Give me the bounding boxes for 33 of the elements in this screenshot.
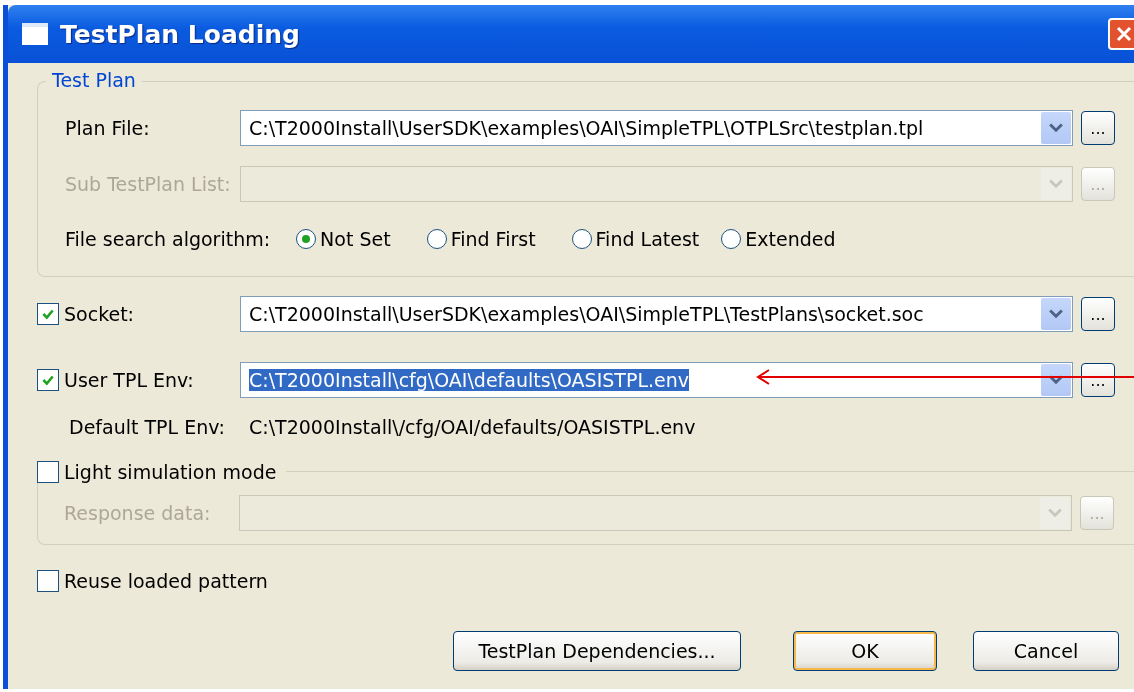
dialog-button[interactable]: Cancel xyxy=(973,631,1119,671)
browse-button[interactable]: ... xyxy=(1081,363,1115,397)
close-icon xyxy=(1114,24,1134,44)
checkmark-icon xyxy=(41,307,55,321)
checkbox-label: Reuse loaded pattern xyxy=(64,570,268,592)
radio-button[interactable]: Find First xyxy=(426,228,536,250)
browse-button[interactable]: ... xyxy=(1081,297,1115,331)
field-label: Response data: xyxy=(64,502,212,524)
checkbox-label: Socket: xyxy=(64,303,134,325)
window-title: TestPlan Loading xyxy=(60,19,300,49)
field-label: Default TPL Env: xyxy=(69,416,226,438)
radio-button[interactable]: Not Set xyxy=(296,228,391,250)
close-button[interactable] xyxy=(1108,18,1134,50)
path-combo-box[interactable]: C:\T2000Install\UserSDK\examples\OAI\SimpleTPL\TestPlans\socket.soc xyxy=(240,296,1073,332)
radio-button[interactable]: Find Latest xyxy=(571,228,700,250)
field-label: Plan File: xyxy=(65,117,151,139)
browse-button[interactable]: ... xyxy=(1081,111,1115,145)
checkbox[interactable] xyxy=(37,570,59,592)
dialog-button[interactable]: TestPlan Dependencies... xyxy=(453,631,741,671)
field-label: File search algorithm: xyxy=(65,228,271,250)
checkmark-icon xyxy=(41,373,55,387)
path-combo-box[interactable]: C:\T2000Install\cfg\OAI\defaults\OASISTPL.env xyxy=(240,362,1073,398)
dialog-button[interactable]: OK xyxy=(793,631,937,671)
checkbox[interactable] xyxy=(37,369,59,391)
radio-button[interactable]: Extended xyxy=(721,228,836,250)
field-label: Sub TestPlan List: xyxy=(65,173,232,195)
checkbox-label: Light simulation mode xyxy=(64,461,277,483)
path-combo-box[interactable]: C:\T2000Install\UserSDK\examples\OAI\SimpleTPL\OTPLSrc\testplan.tpl xyxy=(240,110,1073,146)
window-icon xyxy=(22,23,48,45)
field-value: C:\T2000Install\/cfg/OAI/defaults/OASISTPL.env xyxy=(249,416,696,438)
checkbox-label: User TPL Env: xyxy=(64,369,194,391)
checkbox[interactable] xyxy=(37,461,59,483)
checkbox[interactable] xyxy=(37,303,59,325)
